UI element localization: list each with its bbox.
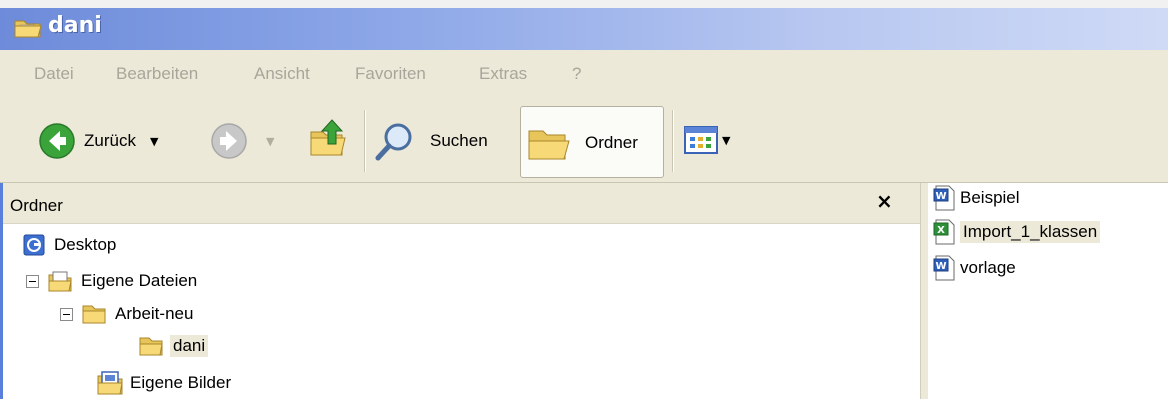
folder-icon bbox=[14, 20, 42, 38]
folder-pane-header: Ordner × bbox=[0, 183, 920, 224]
up-folder-button[interactable] bbox=[308, 118, 350, 160]
folder-pane-title: Ordner bbox=[10, 196, 63, 215]
menu-datei[interactable]: Datei bbox=[34, 64, 74, 84]
tree-item-dani[interactable]: dani bbox=[138, 335, 209, 357]
svg-text:W: W bbox=[935, 261, 946, 272]
folder-open-icon bbox=[528, 130, 570, 160]
back-button[interactable]: Zurück ▼ bbox=[38, 122, 158, 160]
menu-bar: Datei Bearbeiten Ansicht Favoriten Extra… bbox=[0, 50, 1168, 101]
chevron-down-icon[interactable]: ▼ bbox=[722, 134, 730, 147]
file-item-import-1-klassen[interactable]: X Import_1_klassen bbox=[932, 219, 1101, 245]
title-bar: dani bbox=[0, 0, 1168, 50]
file-list: W Beispiel X Import_1_klassen W vorlage bbox=[928, 183, 1168, 399]
excel-doc-icon: X bbox=[933, 219, 955, 245]
window-title: dani bbox=[48, 13, 102, 38]
svg-text:X: X bbox=[937, 225, 945, 236]
tree-item-label: Desktop bbox=[54, 235, 117, 254]
svg-text:W: W bbox=[935, 191, 946, 202]
close-icon[interactable]: × bbox=[876, 189, 893, 213]
file-name: Beispiel bbox=[960, 188, 1020, 207]
menu-ansicht[interactable]: Ansicht bbox=[254, 64, 310, 84]
search-label: Suchen bbox=[430, 131, 488, 150]
folders-label: Ordner bbox=[585, 133, 638, 152]
search-icon bbox=[375, 123, 412, 161]
search-button[interactable]: Suchen bbox=[374, 120, 488, 162]
menu-favoriten[interactable]: Favoriten bbox=[355, 64, 426, 84]
my-documents-icon bbox=[48, 271, 72, 292]
word-doc-icon: W bbox=[933, 255, 955, 281]
tree-item-label: Eigene Bilder bbox=[130, 373, 232, 392]
views-icon bbox=[684, 126, 718, 154]
file-item-vorlage[interactable]: W vorlage bbox=[932, 255, 1016, 281]
folder-pane: Ordner × Desktop Eigene Dateien Arbeit-n… bbox=[0, 183, 920, 399]
tree-item-label: Arbeit-neu bbox=[115, 304, 194, 323]
menu-help[interactable]: ? bbox=[572, 64, 581, 84]
tree-item-label: Eigene Dateien bbox=[81, 271, 198, 290]
file-name: vorlage bbox=[960, 258, 1016, 277]
file-item-beispiel[interactable]: W Beispiel bbox=[932, 185, 1020, 211]
menu-extras[interactable]: Extras bbox=[479, 64, 527, 84]
chevron-down-icon[interactable]: ▼ bbox=[150, 135, 158, 148]
file-name: Import_1_klassen bbox=[960, 221, 1101, 243]
chevron-down-icon: ▼ bbox=[266, 134, 275, 148]
forward-arrow-icon bbox=[211, 123, 247, 159]
collapse-icon[interactable] bbox=[26, 274, 39, 288]
desktop-icon bbox=[23, 234, 45, 256]
folder-open-icon bbox=[139, 337, 163, 356]
window-border bbox=[0, 183, 3, 399]
back-label: Zurück bbox=[84, 131, 136, 150]
tree-item-label: dani bbox=[170, 335, 209, 357]
back-arrow-icon bbox=[39, 123, 75, 159]
my-pictures-icon bbox=[97, 371, 123, 395]
tree-item-my-documents[interactable]: Eigene Dateien bbox=[26, 269, 197, 293]
toolbar-separator bbox=[364, 110, 366, 172]
folder-icon bbox=[82, 305, 106, 324]
collapse-icon[interactable] bbox=[60, 307, 73, 321]
views-button[interactable]: ▼ bbox=[684, 126, 730, 154]
tree-item-my-pictures[interactable]: Eigene Bilder bbox=[96, 370, 231, 396]
menu-bearbeiten[interactable]: Bearbeiten bbox=[116, 64, 198, 84]
folders-button[interactable]: Ordner bbox=[520, 106, 664, 178]
toolbar: Zurück ▼ ▼ Suchen Ordner ▼ bbox=[0, 100, 1168, 183]
tree-item-desktop[interactable]: Desktop bbox=[22, 233, 116, 257]
word-doc-icon: W bbox=[933, 185, 955, 211]
toolbar-separator bbox=[672, 110, 674, 172]
tree-item-arbeit-neu[interactable]: Arbeit-neu bbox=[60, 303, 193, 325]
folder-up-icon bbox=[310, 119, 346, 156]
forward-button[interactable]: ▼ bbox=[210, 122, 274, 160]
